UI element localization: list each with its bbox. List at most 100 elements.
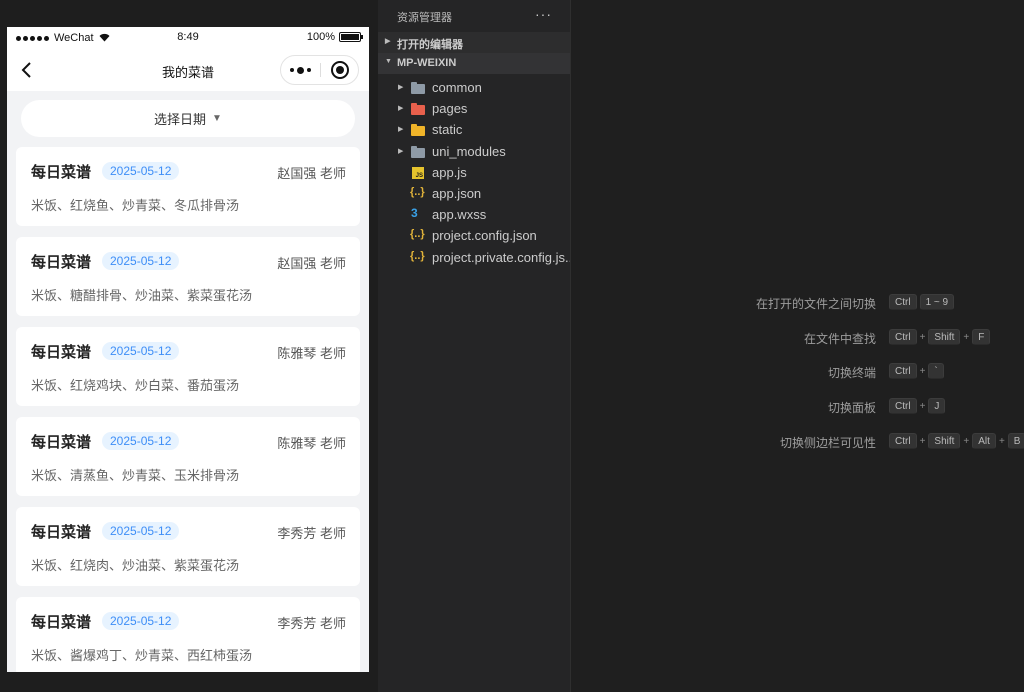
tree-item-label: static [432, 122, 463, 138]
pages-folder-icon [410, 102, 426, 116]
explorer-title: 资源管理器 [397, 12, 452, 24]
open-editors-section[interactable]: ▶ 打开的编辑器 [378, 32, 570, 53]
tree-item-app-js[interactable]: JS app.js [378, 163, 570, 184]
section-label: MP-WEIXIN [397, 57, 457, 69]
tree-item-common[interactable]: ▶ common [378, 78, 570, 99]
battery-icon [339, 32, 363, 42]
teacher-name: 李秀芳 老师 [277, 616, 346, 631]
menu-card[interactable]: 每日菜谱 2025-05-12 赵国强 老师 米饭、红烧鱼、炒青菜、冬瓜排骨汤 [16, 147, 360, 226]
tree-item-label: common [432, 80, 482, 95]
key-cap: 1 ~ 9 [919, 294, 955, 310]
more-actions-icon[interactable]: ··· [535, 6, 552, 22]
caret-down-icon: ▼ [212, 113, 222, 124]
hint-label: 在打开的文件之间切换 [755, 297, 876, 311]
date-picker-button[interactable]: 选择日期 ▼ [21, 100, 355, 137]
card-title: 每日菜谱 [31, 164, 92, 181]
teacher-name: 赵国强 老师 [277, 166, 346, 181]
key-plus: + [919, 400, 926, 412]
key-plus: + [963, 331, 970, 343]
chevron-down-icon: ▼ [385, 58, 392, 65]
hint-keys: Ctrl + J [889, 398, 946, 414]
key-plus: + [919, 331, 926, 343]
project-section[interactable]: ▼ MP-WEIXIN [378, 53, 570, 74]
tree-item-label: app.js [432, 164, 467, 180]
shortcut-hint-find-in-files: 在文件中查找 Ctrl + Shift + F [571, 329, 1024, 347]
key-cap: Shift [928, 433, 961, 449]
hint-keys: Ctrl + Shift + Alt + B [889, 433, 1024, 449]
shortcut-hint-toggle-sidebar: 切换侧边栏可见性 Ctrl + Shift + Alt + B [571, 433, 1024, 451]
json-file-icon: {..} [410, 249, 425, 262]
explorer-header: 资源管理器 ··· [378, 0, 570, 32]
teacher-name: 赵国强 老师 [277, 256, 346, 271]
date-badge: 2025-05-12 [102, 342, 180, 360]
tree-item-label: pages [432, 101, 468, 117]
chevron-right-icon: ▶ [398, 105, 404, 113]
js-file-icon: JS [410, 166, 426, 180]
hint-label: 切换侧边栏可见性 [779, 436, 876, 450]
dish-list: 米饭、清蒸鱼、炒青菜、玉米排骨汤 [31, 468, 240, 483]
dish-list: 米饭、红烧鱼、炒青菜、冬瓜排骨汤 [31, 198, 240, 213]
teacher-name: 陈雅琴 老师 [277, 436, 346, 451]
chevron-right-icon: ▶ [398, 147, 404, 155]
record-circle-icon[interactable] [331, 61, 349, 79]
tree-item-label: uni_modules [432, 143, 506, 159]
more-dots-icon[interactable] [281, 56, 320, 84]
status-bar: WeChat 8:49 100% [7, 27, 369, 49]
dish-list: 米饭、红烧肉、炒油菜、紫菜蛋花汤 [31, 558, 240, 573]
hint-keys: Ctrl + ` [889, 363, 944, 379]
key-cap: F [972, 329, 991, 345]
tree-item-uni-modules[interactable]: ▶ uni_modules [378, 142, 570, 163]
key-cap: Alt [972, 433, 996, 449]
folder-icon [410, 145, 426, 159]
battery-percent: 100% [306, 31, 335, 43]
menu-card[interactable]: 每日菜谱 2025-05-12 李秀芳 老师 米饭、红烧肉、炒油菜、紫菜蛋花汤 [16, 507, 360, 586]
section-label: 打开的编辑器 [397, 39, 463, 51]
key-cap: B [1007, 433, 1024, 449]
tree-item-app-json[interactable]: {..} app.json [378, 184, 570, 205]
battery-indicator: 100% [306, 31, 363, 43]
menu-card[interactable]: 每日菜谱 2025-05-12 赵国强 老师 米饭、糖醋排骨、炒油菜、紫菜蛋花汤 [16, 237, 360, 316]
card-title: 每日菜谱 [31, 254, 92, 271]
key-cap: Ctrl [889, 363, 917, 379]
key-cap: ` [928, 363, 944, 379]
menu-card[interactable]: 每日菜谱 2025-05-12 李秀芳 老师 米饭、酱爆鸡丁、炒青菜、西红柿蛋汤 [16, 597, 360, 672]
menu-card[interactable]: 每日菜谱 2025-05-12 陈雅琴 老师 米饭、红烧鸡块、炒白菜、番茄蛋汤 [16, 327, 360, 406]
nav-bar: 我的菜谱 [7, 49, 369, 91]
tree-item-static[interactable]: ▶ static [378, 120, 570, 141]
menu-card[interactable]: 每日菜谱 2025-05-12 陈雅琴 老师 米饭、清蒸鱼、炒青菜、玉米排骨汤 [16, 417, 360, 496]
simulator-area: WeChat 8:49 100% 我的菜谱 选择日期 ▼ 每日菜谱 2025-0… [0, 0, 378, 692]
teacher-name: 李秀芳 老师 [277, 526, 346, 541]
tree-item-app-wxss[interactable]: 3 app.wxss [378, 205, 570, 226]
teacher-name: 陈雅琴 老师 [277, 346, 346, 361]
key-plus: + [919, 435, 926, 447]
tree-item-pages[interactable]: ▶ pages [378, 99, 570, 120]
date-badge: 2025-05-12 [102, 162, 180, 180]
key-cap: Ctrl [889, 433, 917, 449]
hint-label: 切换面板 [827, 401, 876, 415]
hint-keys: Ctrl + Shift + F [889, 329, 991, 345]
tree-item-label: app.wxss [432, 207, 487, 223]
dish-list: 米饭、红烧鸡块、炒白菜、番茄蛋汤 [31, 378, 240, 393]
key-plus: + [998, 435, 1005, 447]
date-badge: 2025-05-12 [102, 252, 180, 270]
tree-item-project-private-config[interactable]: {..} project.private.config.js... [378, 248, 576, 269]
card-title: 每日菜谱 [31, 614, 92, 631]
tree-item-label: app.json [432, 185, 482, 201]
css-file-icon: 3 [411, 206, 418, 221]
chevron-right-icon: ▶ [398, 84, 404, 91]
key-cap: Ctrl [889, 329, 917, 345]
tree-item-label: project.private.config.js... [432, 249, 576, 265]
hint-label: 在文件中查找 [803, 332, 876, 346]
key-plus: + [919, 365, 926, 377]
tree-item-project-config[interactable]: {..} project.config.json [378, 226, 570, 247]
date-badge: 2025-05-12 [102, 432, 180, 450]
key-cap: Ctrl [889, 294, 917, 310]
card-title: 每日菜谱 [31, 434, 92, 451]
shortcut-hint-toggle-terminal: 切换终端 Ctrl + ` [571, 363, 1024, 381]
explorer-panel: 资源管理器 ··· ▶ 打开的编辑器 ▼ MP-WEIXIN ▶ common … [378, 0, 576, 692]
json-file-icon: {..} [410, 185, 425, 198]
key-cap: J [928, 398, 946, 414]
static-folder-icon [410, 123, 426, 137]
date-badge: 2025-05-12 [102, 612, 180, 630]
json-file-icon: {..} [410, 228, 425, 241]
